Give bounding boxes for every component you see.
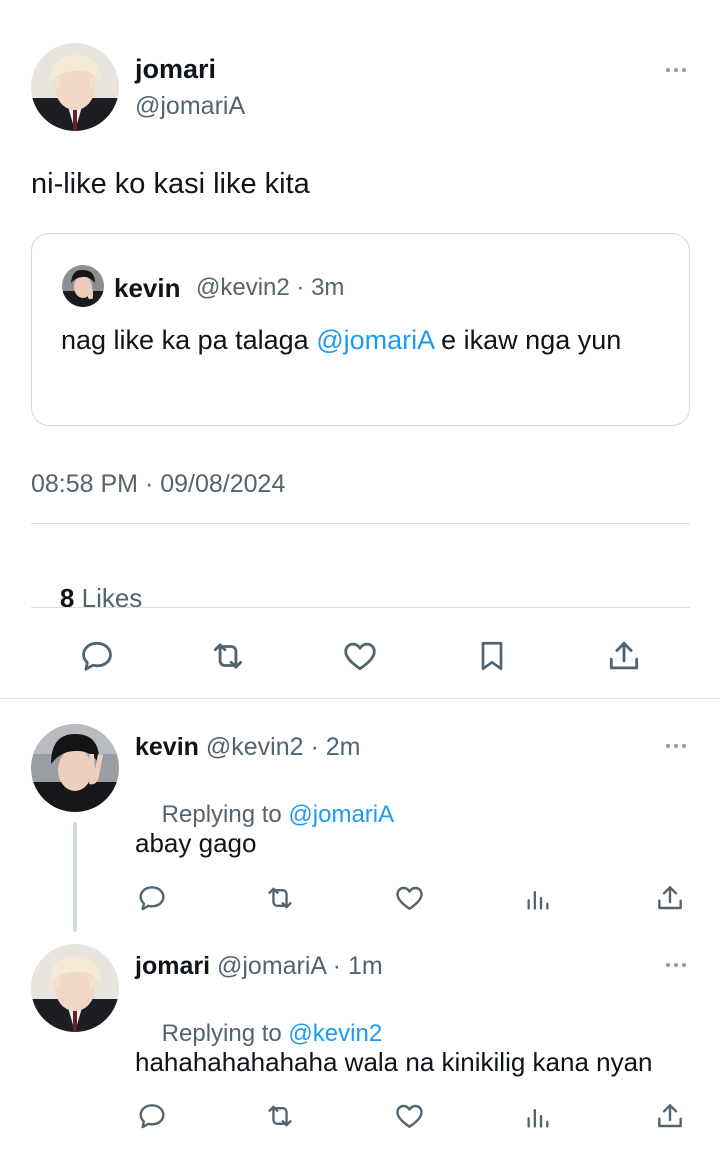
bookmark-icon[interactable] (470, 634, 514, 678)
reply-author-name[interactable]: jomari (135, 952, 210, 980)
quote-separator: · (289, 274, 312, 301)
reply-header: kevin @kevin2 · 2m (135, 733, 361, 761)
more-options-icon[interactable] (666, 66, 690, 74)
like-icon[interactable] (391, 880, 427, 916)
reply-separator: · (325, 952, 348, 980)
reply-header: jomari @jomariA · 1m (135, 952, 383, 980)
share-icon[interactable] (652, 880, 688, 916)
share-icon[interactable] (652, 1098, 688, 1134)
avatar-kevin-small (62, 265, 104, 307)
likes-label: Likes (81, 583, 143, 613)
divider (31, 523, 690, 524)
retweet-icon[interactable] (206, 634, 250, 678)
quote-author-name: kevin (114, 273, 181, 303)
likes-count-row[interactable]: 8 Likes (31, 553, 142, 643)
quote-meta: @kevin2 · 3m (196, 273, 344, 303)
divider (31, 607, 690, 608)
views-icon[interactable] (520, 1098, 556, 1134)
avatar-kevin[interactable] (31, 724, 119, 812)
share-icon[interactable] (602, 634, 646, 678)
quote-text-before: nag like ka pa talaga (61, 325, 317, 355)
post-timestamp[interactable]: 08:58 PM · 09/08/2024 (31, 469, 285, 499)
like-icon[interactable] (391, 1098, 427, 1134)
likes-count: 8 (59, 583, 75, 613)
reply-author-name[interactable]: kevin (135, 733, 199, 761)
replying-label: Replying to (161, 1020, 282, 1047)
views-icon[interactable] (520, 880, 556, 916)
thread-connector-line (73, 822, 77, 932)
author-name[interactable]: jomari (135, 54, 216, 84)
replying-to-link[interactable]: @jomariA (288, 801, 394, 828)
reply-icon[interactable] (75, 634, 119, 678)
reply-text: hahahahahahaha wala na kinikilig kana ny… (135, 1047, 653, 1077)
replying-label: Replying to (161, 801, 282, 828)
reply-time: 1m (347, 952, 383, 980)
retweet-icon[interactable] (262, 1098, 298, 1134)
author-handle[interactable]: @jomariA (135, 92, 245, 120)
more-options-icon[interactable] (666, 742, 690, 750)
reply-separator: · (303, 733, 326, 761)
avatar-jomari[interactable] (31, 43, 119, 131)
reply-author-handle[interactable]: @jomariA (217, 952, 326, 980)
quote-text-after: e ikaw nga yun (433, 325, 622, 355)
quote-text: nag like ka pa talaga @jomariA e ikaw ng… (61, 319, 661, 361)
quote-author-handle: @kevin2 (196, 274, 290, 301)
avatar-jomari[interactable] (31, 944, 119, 1032)
retweet-icon[interactable] (262, 880, 298, 916)
quote-mention-link[interactable]: @jomariA (316, 325, 433, 355)
replying-to-link[interactable]: @kevin2 (288, 1020, 382, 1047)
reply-icon[interactable] (134, 1098, 170, 1134)
reply-icon[interactable] (134, 880, 170, 916)
reply-author-handle[interactable]: @kevin2 (206, 733, 304, 761)
quote-time: 3m (311, 274, 345, 301)
reply-time: 2m (325, 733, 361, 761)
post-text: ni-like ko kasi like kita (31, 168, 310, 200)
reply-text: abay gago (135, 828, 257, 858)
more-options-icon[interactable] (666, 961, 690, 969)
quoted-tweet[interactable]: kevin @kevin2 · 3m nag like ka pa talaga… (31, 233, 690, 426)
like-icon[interactable] (338, 634, 382, 678)
divider (0, 698, 720, 699)
